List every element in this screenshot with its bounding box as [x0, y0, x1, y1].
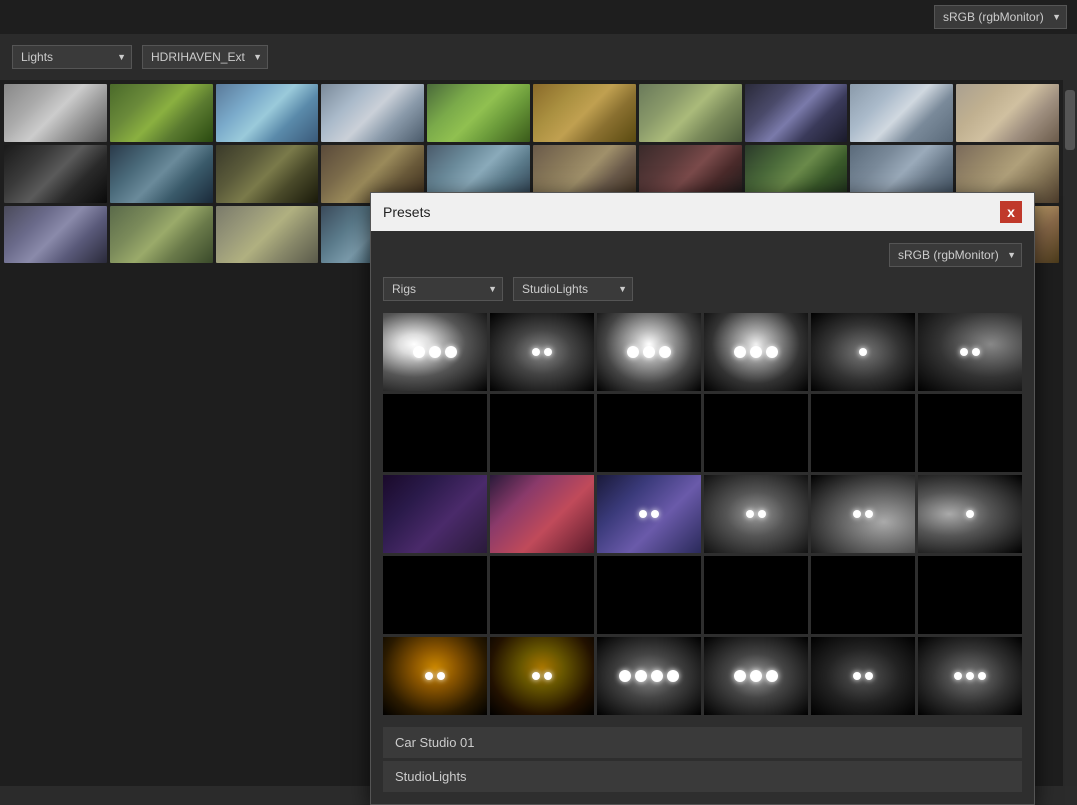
list-item[interactable]: [4, 145, 107, 203]
preset-thumb[interactable]: [490, 475, 594, 553]
preset-thumb[interactable]: [704, 394, 808, 472]
presets-filters: Rigs All Custom ▼ StudioLights Car Studi…: [383, 277, 1022, 301]
list-item[interactable]: [850, 84, 953, 142]
preset-thumb[interactable]: [918, 637, 1022, 715]
presets-grid: [383, 313, 1022, 715]
presets-studiolights-container[interactable]: StudioLights Car Studio Product ▼: [513, 277, 633, 301]
preset-thumb[interactable]: [704, 475, 808, 553]
list-item[interactable]: [639, 84, 742, 142]
preset-thumb[interactable]: [490, 637, 594, 715]
preset-thumb[interactable]: [704, 313, 808, 391]
presets-top-bar: sRGB (rgbMonitor) Linear ▼: [383, 243, 1022, 267]
list-item[interactable]: [4, 84, 107, 142]
preset-thumb[interactable]: [811, 394, 915, 472]
preset-thumb[interactable]: [811, 475, 915, 553]
preset-thumb[interactable]: [704, 556, 808, 634]
preset-thumb[interactable]: [383, 637, 487, 715]
preset-thumb[interactable]: [597, 637, 701, 715]
list-item[interactable]: [216, 206, 319, 264]
presets-rigs-select[interactable]: Rigs All Custom: [383, 277, 503, 301]
preset-thumb[interactable]: [811, 556, 915, 634]
presets-list: Car Studio 01 StudioLights: [383, 727, 1022, 792]
list-item[interactable]: [321, 84, 424, 142]
list-item[interactable]: [745, 84, 848, 142]
preset-thumb[interactable]: [811, 637, 915, 715]
list-item[interactable]: [427, 84, 530, 142]
list-item[interactable]: [110, 206, 213, 264]
preset-thumb[interactable]: [597, 475, 701, 553]
preset-thumb[interactable]: [597, 313, 701, 391]
preset-thumb[interactable]: [383, 556, 487, 634]
list-item[interactable]: [956, 84, 1059, 142]
presets-studiolights-select[interactable]: StudioLights Car Studio Product: [513, 277, 633, 301]
presets-color-profile-select[interactable]: sRGB (rgbMonitor) Linear: [889, 243, 1022, 267]
category-select[interactable]: Lights Materials Environments: [12, 45, 132, 69]
presets-modal: Presets x sRGB (rgbMonitor) Linear ▼ Rig…: [370, 192, 1035, 805]
preset-thumb[interactable]: [383, 475, 487, 553]
preset-thumb[interactable]: [918, 313, 1022, 391]
filter-bar: Lights Materials Environments ▼ HDRIHAVE…: [0, 34, 1077, 80]
category-container[interactable]: Lights Materials Environments ▼: [12, 45, 132, 69]
list-item[interactable]: [110, 84, 213, 142]
preset-thumb[interactable]: [490, 313, 594, 391]
source-container[interactable]: HDRIHAVEN_Ext Built-in Custom ▼: [142, 45, 268, 69]
presets-body: sRGB (rgbMonitor) Linear ▼ Rigs All Cust…: [371, 231, 1034, 804]
preset-thumb[interactable]: [383, 394, 487, 472]
list-item[interactable]: [4, 206, 107, 264]
list-item[interactable]: [110, 145, 213, 203]
scrollbar-thumb[interactable]: [1065, 90, 1075, 150]
preset-thumb[interactable]: [597, 556, 701, 634]
presets-rigs-container[interactable]: Rigs All Custom ▼: [383, 277, 503, 301]
source-select[interactable]: HDRIHAVEN_Ext Built-in Custom: [142, 45, 268, 69]
color-profile-select[interactable]: sRGB (rgbMonitor) Linear ACEScg: [934, 5, 1067, 29]
presets-color-profile-container[interactable]: sRGB (rgbMonitor) Linear ▼: [889, 243, 1022, 267]
list-item[interactable]: [216, 84, 319, 142]
preset-list-item[interactable]: Car Studio 01: [383, 727, 1022, 758]
presets-header: Presets x: [371, 193, 1034, 231]
preset-thumb[interactable]: [490, 556, 594, 634]
preset-thumb[interactable]: [918, 556, 1022, 634]
preset-thumb[interactable]: [918, 394, 1022, 472]
color-profile-container[interactable]: sRGB (rgbMonitor) Linear ACEScg ▼: [934, 5, 1067, 29]
preset-thumb[interactable]: [383, 313, 487, 391]
preset-list-item[interactable]: StudioLights: [383, 761, 1022, 792]
presets-title: Presets: [383, 204, 430, 220]
top-bar: sRGB (rgbMonitor) Linear ACEScg ▼: [0, 0, 1077, 34]
preset-thumb[interactable]: [704, 637, 808, 715]
preset-thumb[interactable]: [918, 475, 1022, 553]
presets-close-button[interactable]: x: [1000, 201, 1022, 223]
preset-thumb[interactable]: [597, 394, 701, 472]
scrollbar[interactable]: [1063, 80, 1077, 786]
preset-thumb[interactable]: [811, 313, 915, 391]
preset-thumb[interactable]: [490, 394, 594, 472]
list-item[interactable]: [533, 84, 636, 142]
list-item[interactable]: [216, 145, 319, 203]
